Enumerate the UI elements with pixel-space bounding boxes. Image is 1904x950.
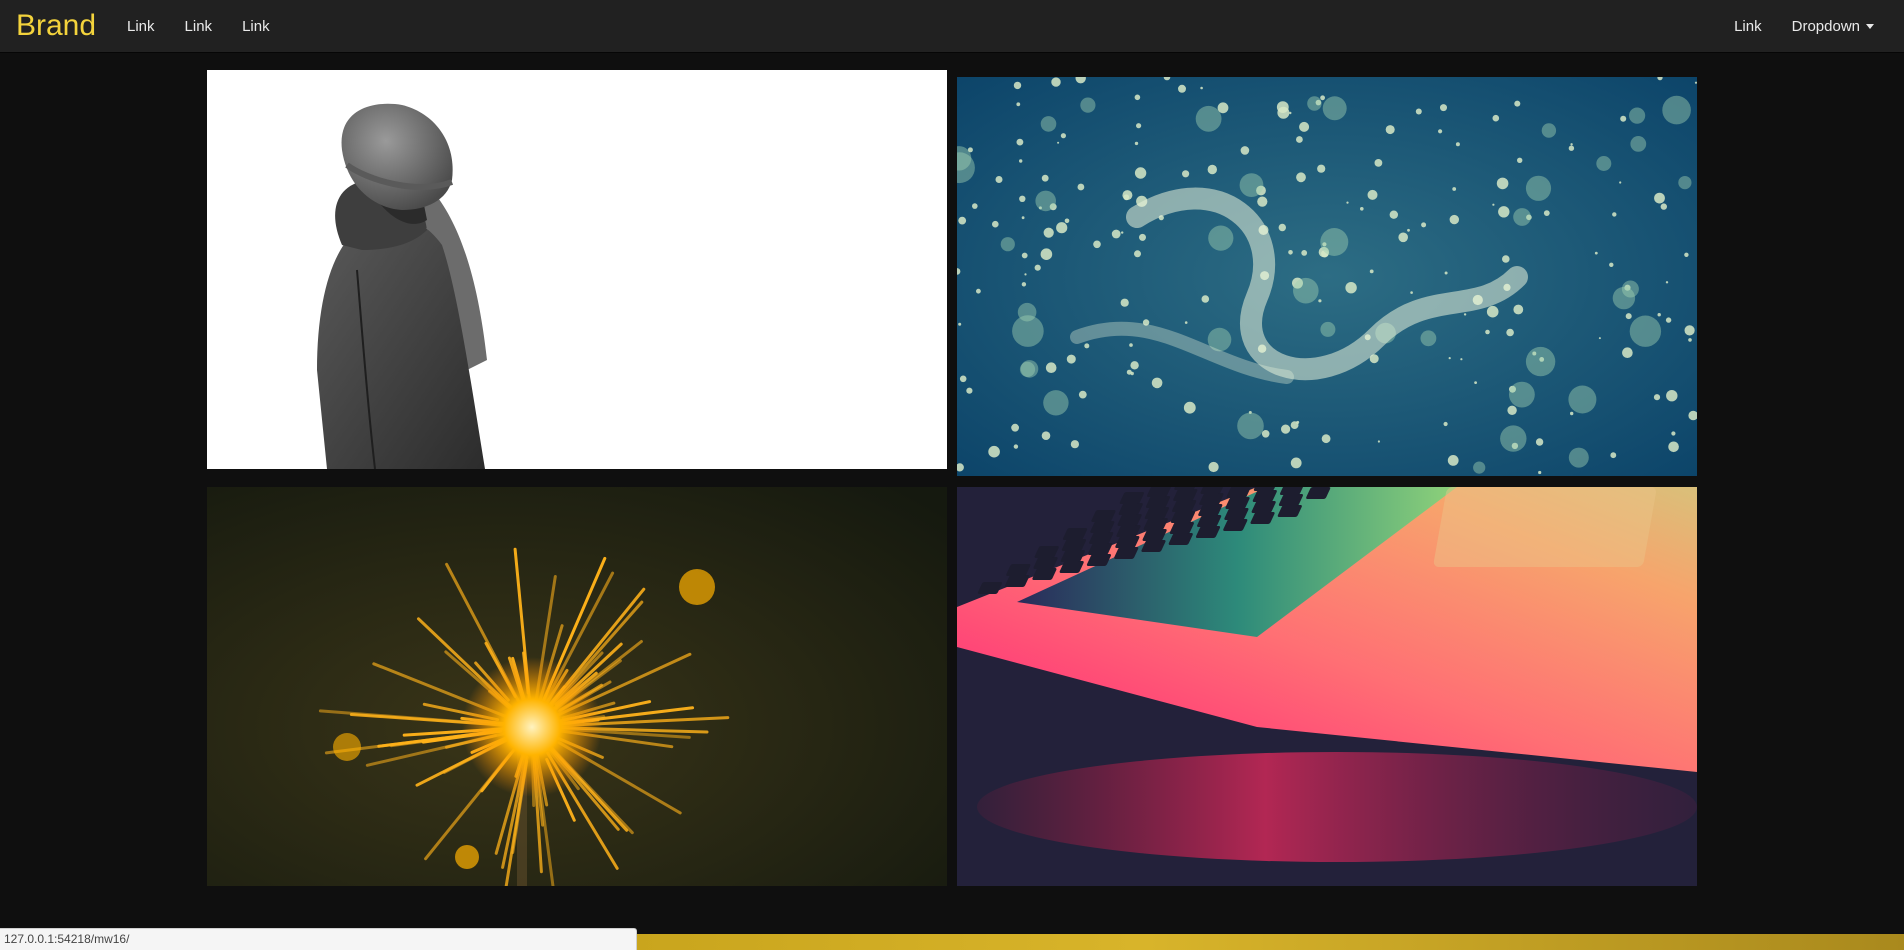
dropdown-label: Dropdown [1791, 17, 1860, 35]
caret-down-icon [1866, 24, 1874, 30]
laptop-keyboard-image [957, 487, 1697, 886]
water-splash-image [957, 77, 1697, 476]
gallery-image-laptop[interactable] [957, 487, 1697, 886]
gallery-image-sparkler[interactable] [207, 487, 947, 886]
gallery-image-water-splash[interactable] [957, 77, 1697, 476]
nav-link-right[interactable]: Link [1734, 18, 1762, 35]
nav-left-links: Link Link Link [112, 0, 285, 52]
top-navbar: Brand Link Link Link Link Dropdown [0, 0, 1904, 52]
nav-right-links: Link Dropdown [1704, 0, 1874, 52]
status-url-bar: 127.0.0.1:54218/mw16/ [0, 928, 637, 950]
nav-link-2[interactable]: Link [185, 18, 213, 35]
dropdown-toggle[interactable]: Dropdown [1792, 18, 1874, 35]
bottom-edge-strip [637, 934, 1904, 950]
nav-link-1[interactable]: Link [127, 18, 155, 35]
gallery-image-person-beanie[interactable] [207, 70, 947, 469]
sparkler-image [207, 487, 947, 886]
brand-logo-link[interactable]: Brand [16, 8, 96, 44]
nav-link-3[interactable]: Link [242, 18, 270, 35]
person-beanie-image [207, 70, 947, 469]
